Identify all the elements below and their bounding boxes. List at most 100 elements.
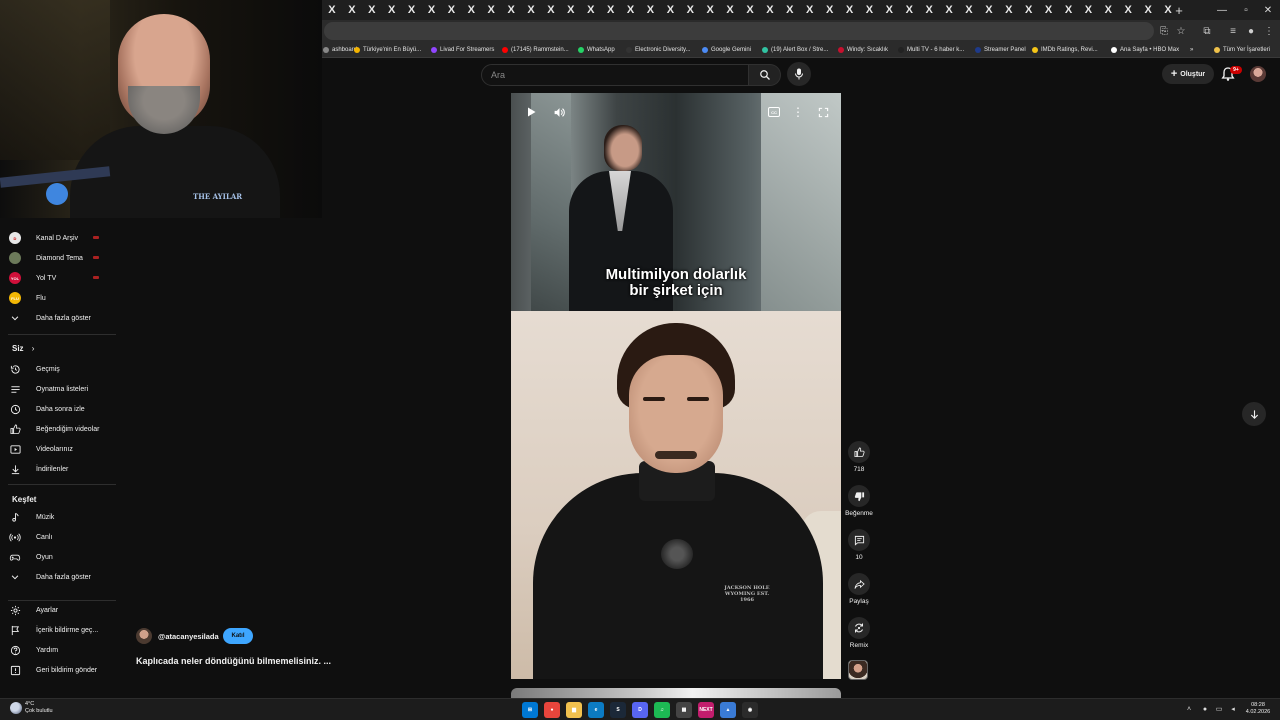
maximize-icon[interactable]: ▫ <box>1236 2 1256 18</box>
browser-tab[interactable]: X <box>641 2 661 18</box>
tray-volume-icon[interactable]: ◂ <box>1228 704 1238 714</box>
steam-icon[interactable]: S <box>610 702 626 718</box>
bookmark-item[interactable]: Türkiye'nin En Büyü... <box>354 44 421 56</box>
browser-tab[interactable]: X <box>362 2 382 18</box>
short-video-lower-frame[interactable]: JACKSON HOLE WYOMING EST. 1966 <box>511 311 841 679</box>
sidebar-item-video[interactable]: Videolarınız <box>8 440 73 458</box>
new-tab-button[interactable]: + <box>1172 2 1186 18</box>
browser-tab[interactable]: X <box>800 2 820 18</box>
tray-network-icon[interactable]: ▭ <box>1214 704 1224 714</box>
sidebar-item-thumbs-up[interactable]: Beğendiğim videolar <box>8 420 99 438</box>
system-clock[interactable]: 08:28 4.02.2026 <box>1242 702 1274 716</box>
like-button-circle[interactable] <box>848 441 870 463</box>
browser-tab[interactable]: X <box>541 2 561 18</box>
browser-tab[interactable]: X <box>342 2 362 18</box>
browser-tab[interactable]: X <box>859 2 879 18</box>
browser-tab[interactable]: X <box>322 2 342 18</box>
extensions-icon[interactable]: ⧉ <box>1199 23 1215 39</box>
volume-button[interactable] <box>549 102 569 122</box>
bookmark-item[interactable]: WhatsApp <box>578 44 615 56</box>
browser-tab[interactable]: X <box>422 2 442 18</box>
channel-handle[interactable]: @atacanyesilada <box>158 632 219 641</box>
sidebar-section-you[interactable]: Siz › <box>12 344 34 353</box>
browser-tab[interactable]: X <box>501 2 521 18</box>
minimize-icon[interactable]: — <box>1212 2 1232 18</box>
edge-icon[interactable]: e <box>588 702 604 718</box>
browser-tab[interactable]: X <box>521 2 541 18</box>
sidebar-item-live[interactable]: Canlı <box>8 528 52 546</box>
sidebar-item-help[interactable]: Yardım <box>8 641 58 659</box>
browser-tab[interactable]: X <box>441 2 461 18</box>
browser-tab[interactable]: X <box>1138 2 1158 18</box>
discord-icon[interactable]: D <box>632 702 648 718</box>
tray-mic-icon[interactable]: ● <box>1200 704 1210 714</box>
next-short-preview[interactable] <box>511 688 841 698</box>
install-app-icon[interactable]: ⎘ <box>1156 23 1172 39</box>
browser-tab[interactable]: X <box>820 2 840 18</box>
sound-source-thumbnail[interactable] <box>848 660 868 680</box>
bookmark-item[interactable]: Ana Sayfa • HBO Max <box>1111 44 1179 56</box>
fullscreen-button[interactable] <box>813 102 833 122</box>
browser-tab[interactable]: X <box>481 2 501 18</box>
sidebar-sub-kanal-d-arsiv[interactable]: D Kanal D Arşiv <box>8 229 78 247</box>
comments-button-circle[interactable] <box>848 529 870 551</box>
bookmark-item[interactable]: » <box>1190 44 1193 56</box>
bookmark-item[interactable]: Google Gemini <box>702 44 751 56</box>
browser-tab[interactable]: X <box>1039 2 1059 18</box>
bookmark-item[interactable]: Windy: Sıcaklık <box>838 44 888 56</box>
remix-button-circle[interactable] <box>848 617 870 639</box>
dislike-button[interactable]: Beğenme <box>843 485 875 517</box>
bookmark-item[interactable]: IMDb Ratings, Revi... <box>1032 44 1098 56</box>
bookmark-item[interactable]: Livad For Streamers <box>431 44 494 56</box>
sidebar-item-chevron-down[interactable]: Daha fazla göster <box>8 568 91 586</box>
sidebar-show-more-subscriptions[interactable]: Daha fazla göster <box>8 309 91 327</box>
voice-search-button[interactable] <box>787 62 811 86</box>
join-button[interactable]: Katıl <box>223 628 253 644</box>
sidebar-item-history[interactable]: Geçmiş <box>8 360 60 378</box>
bookmark-item[interactable]: Tüm Yer İşaretleri <box>1214 44 1270 56</box>
sidebar-item-music-note[interactable]: Müzik <box>8 508 54 526</box>
captions-button[interactable]: CC <box>764 102 784 122</box>
chrome-icon[interactable]: ● <box>544 702 560 718</box>
sidebar-item-gamepad[interactable]: Oyun <box>8 548 53 566</box>
browser-tab[interactable]: X <box>402 2 422 18</box>
sidebar-item-flag[interactable]: İçerik bildirme geç... <box>8 621 98 639</box>
browser-tab[interactable]: X <box>1059 2 1079 18</box>
file-explorer-icon[interactable]: ▆ <box>566 702 582 718</box>
comments-button[interactable]: 10 <box>843 529 875 561</box>
browser-tab[interactable]: X <box>621 2 641 18</box>
next-short-button[interactable] <box>1242 402 1266 426</box>
media-control-icon[interactable]: ≡ <box>1225 23 1241 39</box>
bookmark-item[interactable]: (17145) Rammstein... <box>502 44 569 56</box>
sidebar-item-clock[interactable]: Daha sonra izle <box>8 400 85 418</box>
bookmark-item[interactable]: (19) Alert Box / Stre... <box>762 44 828 56</box>
browser-tab[interactable]: X <box>999 2 1019 18</box>
url-field[interactable] <box>324 22 1154 40</box>
bookmark-item[interactable]: Multi TV - 6 haber k... <box>898 44 964 56</box>
browser-menu-icon[interactable]: ⋮ <box>1261 23 1277 39</box>
sidebar-item-playlist[interactable]: Oynatma listeleri <box>8 380 88 398</box>
browser-tab[interactable]: X <box>760 2 780 18</box>
play-button[interactable] <box>521 102 541 122</box>
browser-tab[interactable]: X <box>720 2 740 18</box>
browser-tab[interactable]: X <box>899 2 919 18</box>
browser-tab[interactable]: X <box>1118 2 1138 18</box>
windows-start-icon[interactable]: ⊞ <box>522 702 538 718</box>
browser-tab[interactable]: X <box>1019 2 1039 18</box>
browser-tab[interactable]: X <box>780 2 800 18</box>
browser-tab[interactable]: X <box>382 2 402 18</box>
browser-tab[interactable]: X <box>979 2 999 18</box>
more-options-button[interactable]: ⋮ <box>788 102 808 122</box>
dislike-button-circle[interactable] <box>848 485 870 507</box>
browser-tab[interactable]: X <box>660 2 680 18</box>
share-button-circle[interactable] <box>848 573 870 595</box>
account-avatar[interactable] <box>1250 66 1266 82</box>
browser-tab[interactable]: X <box>939 2 959 18</box>
tray-overflow-icon[interactable]: ˄ <box>1184 704 1194 714</box>
next-icon[interactable]: NEXT <box>698 702 714 718</box>
weather-widget[interactable]: 4°C Çok bulutlu <box>10 701 53 714</box>
bookmark-star-icon[interactable]: ☆ <box>1173 23 1189 39</box>
spotify-icon[interactable]: ♫ <box>654 702 670 718</box>
browser-tab[interactable]: X <box>1078 2 1098 18</box>
like-button[interactable]: 718 <box>843 441 875 473</box>
